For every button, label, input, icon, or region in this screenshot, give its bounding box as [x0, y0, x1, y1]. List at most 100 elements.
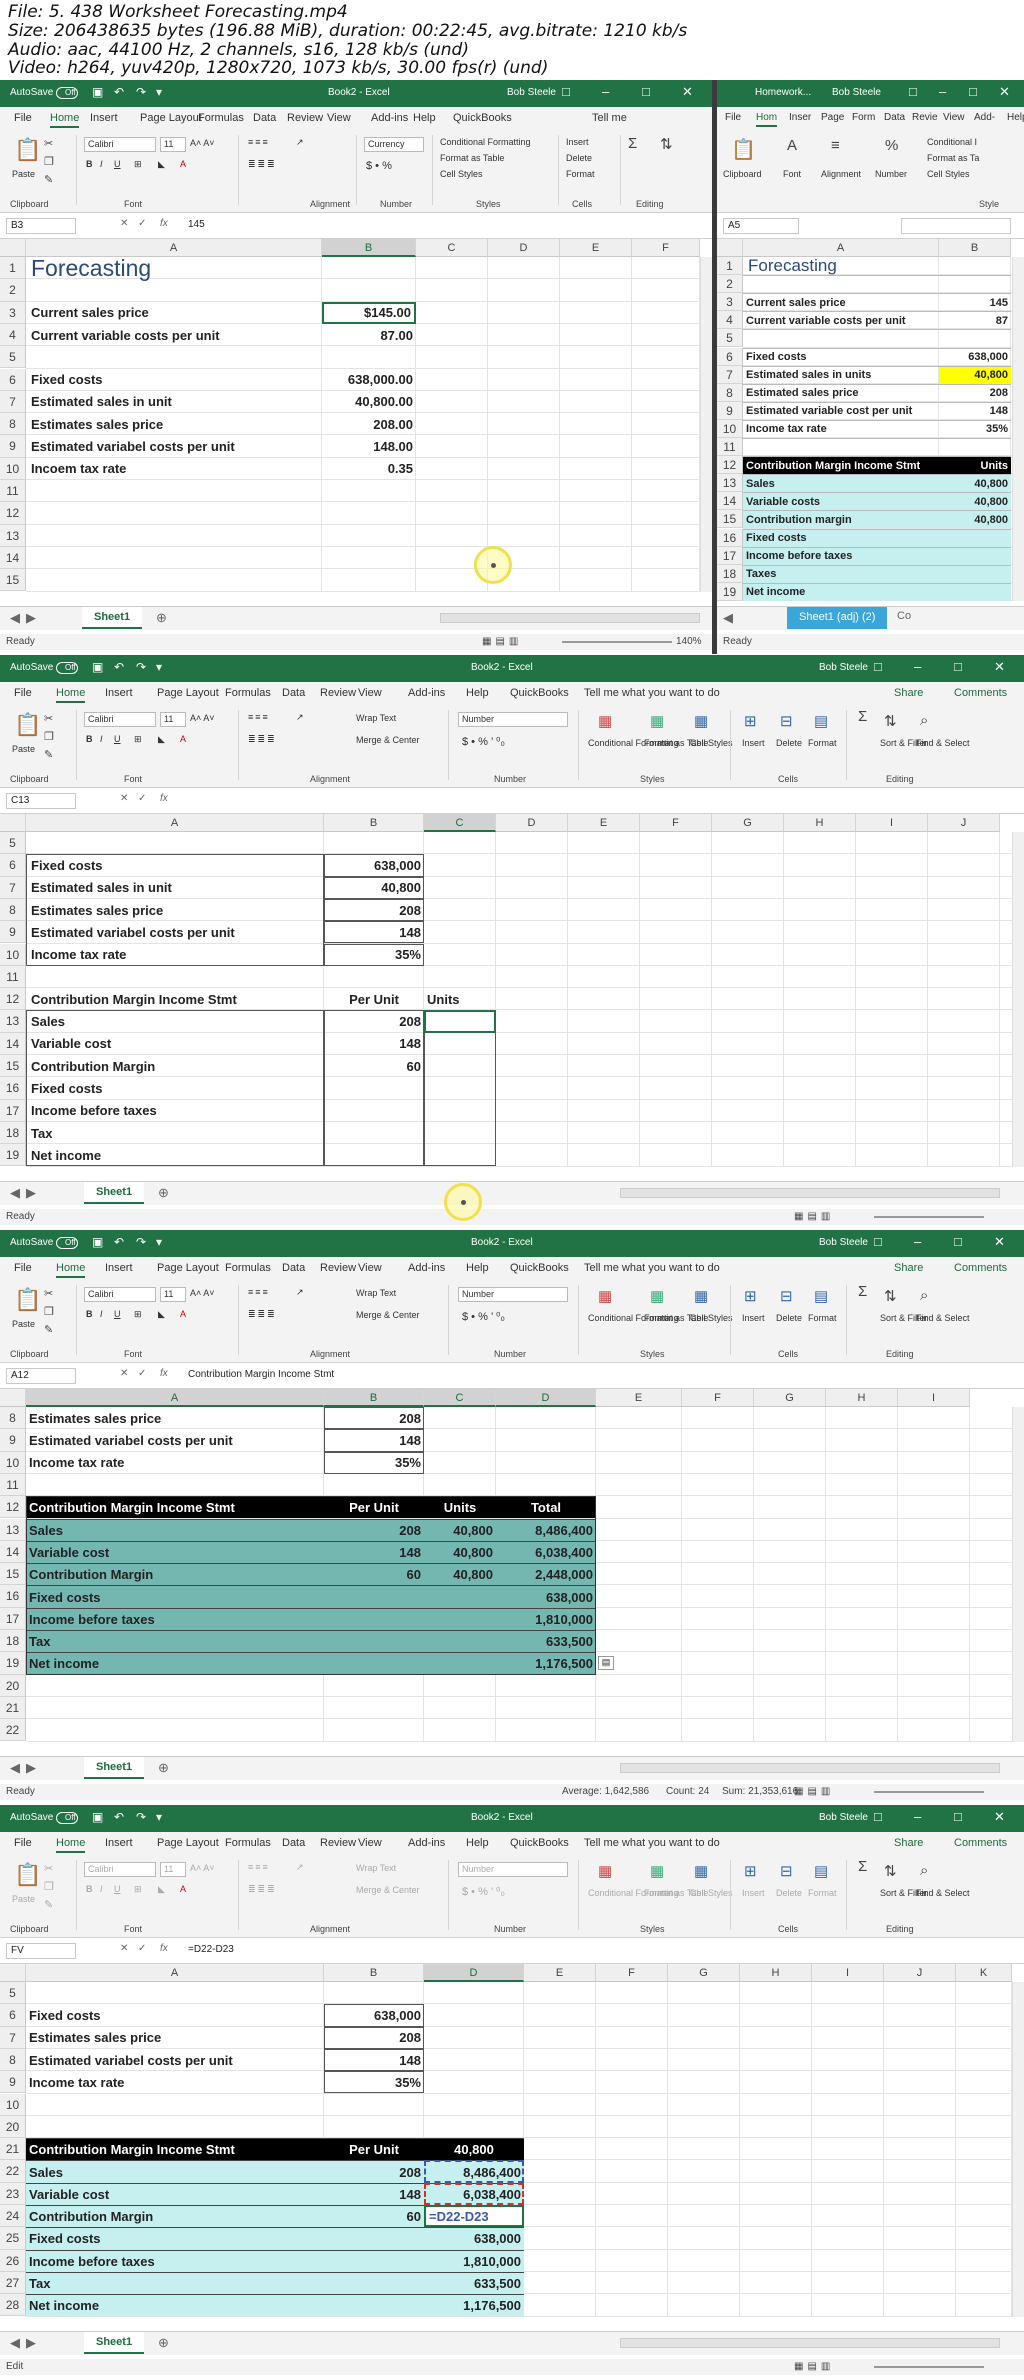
label-cell[interactable]: Current sales price [28, 302, 322, 324]
row-header[interactable]: 20 [0, 1674, 26, 1697]
horizontal-scrollbar[interactable] [620, 1763, 1000, 1773]
column-header[interactable]: I [812, 1964, 884, 1982]
autosum-icon[interactable]: Σ [858, 1283, 867, 1300]
column-header[interactable]: E [524, 1964, 596, 1982]
value-cell[interactable]: Per Unit [324, 2138, 424, 2161]
ribbon-tab[interactable]: File [725, 112, 741, 123]
label-cell[interactable]: Fixed costs [26, 2004, 324, 2026]
ribbon-display-icon[interactable]: □ [909, 84, 917, 99]
row-header[interactable]: 12 [0, 988, 26, 1011]
row-header[interactable]: 21 [0, 2138, 26, 2161]
prev-sheet-icon[interactable]: ◀ [10, 1760, 20, 1776]
row-header[interactable]: 12 [0, 502, 26, 525]
minimize-icon[interactable]: – [602, 84, 609, 99]
format-painter-icon[interactable]: ✎ [44, 748, 53, 761]
tab-formulas[interactable]: Formulas [225, 687, 271, 699]
save-icon[interactable]: ▣ [92, 1235, 103, 1249]
sheet-tab-active[interactable]: Sheet1 (adj) (2) [787, 607, 888, 629]
tab-home[interactable]: Home [56, 687, 86, 703]
row-header[interactable]: 20 [0, 2115, 26, 2139]
align-left-icons[interactable]: ≣≣≣ [248, 159, 277, 170]
enter-icon[interactable]: ✓ [138, 793, 146, 804]
orientation-icon[interactable]: ↗ [296, 1287, 304, 1298]
paste-label[interactable]: Paste [12, 744, 35, 754]
column-header[interactable]: G [668, 1964, 740, 1982]
ribbon-tab[interactable]: Hom [756, 112, 778, 127]
column-header[interactable]: D [496, 1389, 596, 1407]
number-format-icons[interactable]: $ • % ’ ⁰₀ [462, 1310, 505, 1323]
cut-icon[interactable]: ✂ [44, 1862, 53, 1875]
formula-input[interactable]: 145 [188, 219, 205, 230]
column-header[interactable]: E [568, 814, 640, 832]
column-header[interactable]: B [324, 1964, 424, 1982]
undo-icon[interactable]: ↶ [114, 1810, 124, 1824]
tab-help[interactable]: Help [413, 112, 436, 124]
paste-label[interactable]: Paste [12, 1319, 35, 1329]
ribbon-tab[interactable]: Form [852, 112, 875, 123]
zoom-level[interactable]: 140% [676, 636, 702, 647]
conditional-formatting-icon[interactable]: ▦ [598, 1287, 612, 1305]
row-header[interactable]: 10 [0, 457, 26, 480]
label-cell[interactable]: Estimated variabel costs per unit [26, 1429, 324, 1451]
row-header[interactable]: 6 [0, 854, 26, 877]
column-header[interactable]: F [640, 814, 712, 832]
close-icon[interactable]: ✕ [994, 1234, 1005, 1250]
number-format-icons[interactable]: $ • % ’ ⁰₀ [462, 1885, 505, 1898]
column-header[interactable]: H [740, 1964, 812, 1982]
value-cell[interactable]: 40,800 [939, 510, 1011, 529]
borders-icon[interactable]: ⊞ [134, 734, 142, 745]
row-header[interactable]: 14 [717, 492, 743, 511]
alignment-icon[interactable]: ≡ [831, 137, 840, 154]
title-cell[interactable]: Forecasting [28, 255, 322, 281]
value-cell[interactable]: 0.35 [322, 458, 416, 480]
copy-icon[interactable]: ❐ [44, 730, 54, 743]
merge-center-button[interactable]: Merge & Center [356, 1885, 420, 1895]
row-header[interactable]: 19 [0, 1652, 26, 1675]
autosum-icon[interactable]: Σ [628, 135, 637, 152]
row-header[interactable]: 16 [717, 528, 743, 547]
column-header[interactable]: A [743, 239, 939, 257]
customize-qat-icon[interactable]: ▾ [156, 85, 162, 99]
tab-help[interactable]: Help [466, 1262, 489, 1274]
grow-font-icon[interactable]: A˄ A˅ [190, 1288, 215, 1298]
comments-button[interactable]: Comments [954, 1837, 1007, 1849]
delete-cells-button[interactable]: Delete [776, 738, 802, 748]
value-cell[interactable] [324, 2249, 424, 2272]
insert-function-icon[interactable]: fx [160, 793, 168, 804]
cell-styles-button[interactable]: Cell Styles [690, 1313, 733, 1323]
name-box[interactable]: FV [6, 1943, 76, 1959]
label-cell[interactable]: Sales [743, 474, 939, 493]
tab-view[interactable]: View [327, 112, 351, 124]
total-cell[interactable]: 638,000 [424, 2227, 524, 2250]
customize-qat-icon[interactable]: ▾ [156, 660, 162, 674]
tab-view[interactable]: View [358, 687, 382, 699]
label-cell[interactable]: Variable costs [743, 492, 939, 511]
value-cell[interactable] [324, 2271, 424, 2295]
row-header[interactable]: 7 [0, 390, 26, 414]
format-as-table-button[interactable]: Format as Ta [927, 153, 979, 163]
view-buttons[interactable]: ▦▤▥ [794, 2361, 834, 2372]
tab-quickbooks[interactable]: QuickBooks [510, 687, 569, 699]
row-header[interactable]: 5 [717, 329, 743, 348]
row-header[interactable]: 19 [717, 582, 743, 601]
font-size-box[interactable]: 11 [160, 137, 186, 152]
format-cells-icon[interactable]: ▤ [814, 712, 828, 730]
comments-button[interactable]: Comments [954, 1262, 1007, 1274]
font-size-box[interactable]: 11 [160, 1287, 186, 1302]
maximize-icon[interactable]: □ [954, 1234, 962, 1249]
label-cell[interactable]: Income tax rate [26, 1452, 324, 1474]
row-header[interactable]: 11 [0, 965, 26, 989]
label-cell[interactable]: Contribution Margin Income Stmt [26, 2138, 324, 2161]
column-header[interactable]: E [560, 239, 632, 257]
customize-qat-icon[interactable]: ▾ [156, 1810, 162, 1824]
conditional-formatting-icon[interactable]: ▦ [598, 1862, 612, 1880]
select-all-corner[interactable] [0, 1389, 26, 1407]
select-all-corner[interactable] [0, 814, 26, 832]
orientation-icon[interactable]: ↗ [296, 712, 304, 723]
borders-icon[interactable]: ⊞ [134, 159, 142, 170]
units-header-cell[interactable]: Units [424, 988, 496, 1010]
value-cell[interactable]: 208 [324, 2160, 424, 2183]
row-header[interactable]: 5 [0, 346, 26, 369]
column-header[interactable]: C [416, 239, 488, 257]
copy-icon[interactable]: ❐ [44, 1880, 54, 1893]
